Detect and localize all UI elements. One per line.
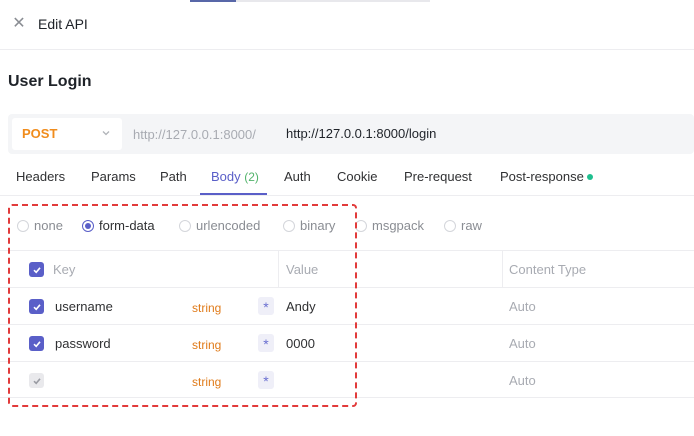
table-row: username string * Andy Auto [0, 287, 694, 324]
chevron-down-icon [102, 131, 110, 136]
radio-form-data[interactable]: form-data [82, 218, 155, 233]
value-input[interactable]: Andy [286, 299, 316, 314]
radio-label: raw [461, 218, 482, 233]
check-icon [32, 303, 41, 310]
tab-post-response-label: Post-response [500, 169, 584, 184]
method-label: POST [22, 126, 58, 141]
radio-label: form-data [99, 218, 155, 233]
radio-circle [82, 219, 94, 232]
url-input[interactable]: http://127.0.0.1:8000/login [286, 126, 436, 141]
required-toggle[interactable]: * [258, 371, 274, 389]
api-name[interactable]: User Login [8, 73, 92, 91]
check-icon [32, 266, 41, 273]
tab-post-response[interactable]: Post-response [500, 169, 593, 184]
column-header-value: Value [286, 262, 319, 277]
tab-body[interactable]: Body (2) [211, 169, 259, 184]
value-input[interactable]: 0000 [286, 336, 315, 351]
radio-circle [17, 219, 29, 232]
radio-circle [283, 219, 295, 232]
request-tabs: Headers Params Path Body (2) Auth Cookie… [0, 158, 694, 196]
body-type-selector: none form-data urlencoded binary msgpack… [0, 212, 694, 240]
close-icon[interactable]: ✕ [12, 16, 26, 32]
column-header-content-type: Content Type [509, 262, 587, 277]
tab-auth[interactable]: Auth [284, 169, 311, 184]
tab-pre-request[interactable]: Pre-request [404, 169, 472, 184]
column-divider [278, 251, 279, 288]
radio-label: none [34, 218, 63, 233]
tab-body-label: Body [211, 169, 241, 184]
content-type-input[interactable]: Auto [509, 299, 536, 314]
required-toggle[interactable]: * [258, 297, 274, 315]
key-input[interactable]: password [55, 336, 111, 351]
radio-urlencoded[interactable]: urlencoded [179, 218, 260, 233]
tab-path[interactable]: Path [160, 169, 187, 184]
tab-headers[interactable]: Headers [16, 169, 65, 184]
dialog-title: Edit API [38, 16, 88, 32]
table-row: password string * 0000 Auto [0, 324, 694, 361]
row-checkbox[interactable] [29, 299, 44, 314]
row-checkbox[interactable] [29, 336, 44, 351]
row-checkbox[interactable] [29, 373, 44, 388]
radio-msgpack[interactable]: msgpack [355, 218, 424, 233]
radio-none[interactable]: none [17, 218, 63, 233]
table-header-row: Key Value Content Type [0, 250, 694, 288]
base-url-prefix: http://127.0.0.1:8000/ [133, 127, 256, 142]
radio-circle [444, 219, 456, 232]
tab-cookie[interactable]: Cookie [337, 169, 377, 184]
check-icon [32, 377, 41, 384]
column-header-key: Key [53, 262, 76, 277]
method-select[interactable]: POST [12, 118, 122, 150]
status-dot [586, 173, 593, 180]
type-select[interactable]: string [192, 375, 221, 389]
tab-params[interactable]: Params [91, 169, 136, 184]
required-toggle[interactable]: * [258, 334, 274, 352]
radio-label: msgpack [372, 218, 425, 233]
select-all-checkbox[interactable] [29, 262, 44, 277]
type-select[interactable]: string [192, 301, 221, 315]
table-row: string * Auto [0, 361, 694, 398]
check-icon [32, 340, 41, 347]
key-input[interactable]: username [55, 299, 113, 314]
radio-binary[interactable]: binary [283, 218, 335, 233]
type-select[interactable]: string [192, 338, 221, 352]
dialog-header: ✕ Edit API [0, 0, 694, 50]
tab-body-count: (2) [244, 170, 259, 184]
radio-circle [179, 219, 191, 232]
content-type-input[interactable]: Auto [509, 336, 536, 351]
radio-circle [355, 219, 367, 232]
radio-label: urlencoded [196, 218, 261, 233]
column-divider [502, 251, 503, 288]
url-bar: POST http://127.0.0.1:8000/ http://127.0… [8, 114, 694, 154]
radio-label: binary [300, 218, 336, 233]
content-type-input[interactable]: Auto [509, 373, 536, 388]
active-tab-underline [200, 193, 267, 195]
radio-raw[interactable]: raw [444, 218, 482, 233]
